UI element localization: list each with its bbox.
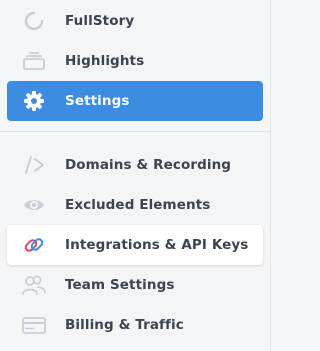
sidebar-item-label: Settings [65,93,130,109]
credit-card-icon [21,313,47,337]
highlights-icon [21,49,47,73]
sidebar-item-team-settings[interactable]: Team Settings [7,265,263,305]
sidebar-item-integrations-api-keys[interactable]: Integrations & API Keys [7,225,263,265]
sidebar-item-highlights[interactable]: Highlights [7,41,263,81]
link-icon [21,233,47,257]
team-icon [21,273,47,297]
sidebar-item-label: FullStory [65,13,135,29]
sidebar-nav: FullStory Highlights Settings Domains & … [0,0,271,351]
sidebar-item-fullstory[interactable]: FullStory [7,1,263,41]
eye-icon [21,193,47,217]
sidebar-item-billing-traffic[interactable]: Billing & Traffic [7,305,263,345]
sidebar-item-label: Billing & Traffic [65,317,184,333]
code-icon [21,153,47,177]
sidebar-item-label: Integrations & API Keys [65,237,249,253]
sidebar-border [270,0,271,351]
gear-icon [21,89,47,113]
section-divider [0,131,271,132]
sidebar-item-label: Excluded Elements [65,197,211,213]
sidebar-item-settings[interactable]: Settings [7,81,263,121]
fullstory-logo-icon [21,9,47,33]
sidebar-item-label: Domains & Recording [65,157,232,173]
sidebar-item-excluded-elements[interactable]: Excluded Elements [7,185,263,225]
sidebar-item-label: Highlights [65,53,145,69]
sidebar-item-label: Team Settings [65,277,175,293]
sidebar-item-domains-recording[interactable]: Domains & Recording [7,145,263,185]
